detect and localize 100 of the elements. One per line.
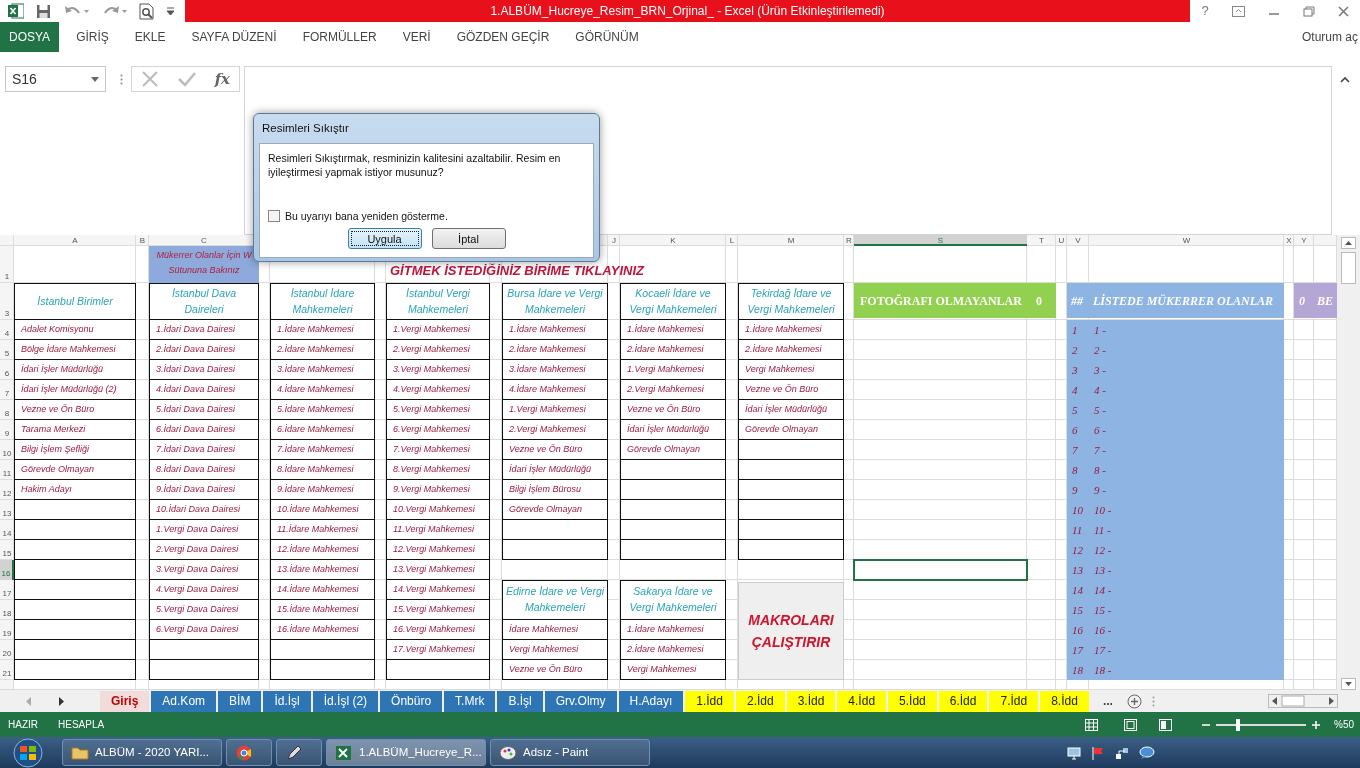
list-item[interactable]: 15.İdare Mahkemesi	[270, 600, 375, 620]
sheet-tab[interactable]: H.Adayı	[618, 690, 684, 712]
sheet-tab[interactable]: 2.İdd	[735, 690, 785, 712]
list-item[interactable]: 1.İdare Mahkemesi	[502, 320, 608, 340]
spreadsheet-app-icon[interactable]	[8, 3, 24, 19]
active-cell[interactable]	[853, 559, 1028, 581]
table-cell[interactable]	[270, 660, 375, 680]
taskbar-button[interactable]: 1.ALBÜM_Hucreye_R...	[326, 739, 486, 766]
list-item[interactable]: 13.Vergi Mahkemesi	[386, 560, 490, 580]
list-item[interactable]: 2.İdare Mahkemesi	[738, 340, 844, 360]
row-header[interactable]: 7	[0, 380, 14, 400]
row-header[interactable]: 4	[0, 320, 14, 340]
list-item[interactable]: 1.Vergi Mahkemesi	[620, 360, 726, 380]
list-item[interactable]: 1.İdare Mahkemesi	[620, 320, 726, 340]
list-item[interactable]: Vezne ve Ön Büro	[738, 380, 844, 400]
table-cell[interactable]	[14, 600, 136, 620]
macro-button[interactable]: MAKROLARI ÇALIŞTIRIR	[738, 582, 844, 680]
row-header[interactable]: 13	[0, 500, 14, 520]
list-item[interactable]: 1.İdare Mahkemesi	[270, 320, 375, 340]
ribbon-tab[interactable]: VERİ	[393, 22, 440, 52]
sheet-tab[interactable]: İd.İşl (2)	[312, 690, 379, 712]
list-item[interactable]: 3.Vergi Mahkemesi	[386, 360, 490, 380]
row-header[interactable]: 6	[0, 360, 14, 380]
sheet-tab[interactable]: 6.İdd	[938, 690, 988, 712]
column-header[interactable]: M	[738, 235, 844, 246]
list-item[interactable]: İdari İşler Müdürlüğü	[620, 420, 726, 440]
list-item[interactable]: 9.İdare Mahkemesi	[270, 480, 375, 500]
list-item[interactable]: Görevde Olmayan	[14, 460, 136, 480]
sign-in-link[interactable]: Oturum aç	[1302, 28, 1358, 46]
list-item[interactable]: 2.Vergi Mahkemesi	[502, 420, 608, 440]
list-item[interactable]: 3.Vergi Dava Dairesi	[149, 560, 259, 580]
column-header[interactable]: A	[14, 235, 136, 246]
next-sheet-icon[interactable]	[58, 696, 64, 706]
list-item[interactable]: Vezne ve Ön Büro	[502, 440, 608, 460]
apply-button[interactable]: Uygula	[347, 228, 422, 250]
list-item[interactable]: 8.İdare Mahkemesi	[270, 460, 375, 480]
sheet-tab[interactable]: Grv.Olmy	[544, 690, 617, 712]
list-item[interactable]: Hakim Adayı	[14, 480, 136, 500]
table-cell[interactable]	[620, 480, 726, 500]
list-item[interactable]: 6.Vergi Dava Dairesi	[149, 620, 259, 640]
table-cell[interactable]	[738, 480, 844, 500]
list-item[interactable]: İdari İşler Müdürlüğü (2)	[14, 380, 136, 400]
list-item[interactable]: Görevde Olmayan	[502, 500, 608, 520]
row-header[interactable]: 9	[0, 420, 14, 440]
row-header[interactable]: 15	[0, 540, 14, 560]
name-box[interactable]: S16	[5, 66, 106, 92]
sheet-tab[interactable]: Giriş	[100, 690, 150, 712]
list-item[interactable]: 3.İdare Mahkemesi	[502, 360, 608, 380]
ribbon-tab[interactable]: DOSYA	[0, 22, 60, 52]
list-item[interactable]: 1.İdari Dava Dairesi	[149, 320, 259, 340]
table-cell[interactable]	[14, 640, 136, 660]
list-item[interactable]: Vezne ve Ön Büro	[620, 400, 726, 420]
scroll-down-icon[interactable]	[1341, 678, 1356, 690]
list-item[interactable]: 2.İdare Mahkemesi	[502, 340, 608, 360]
list-item[interactable]: Vergi Mahkemesi	[502, 640, 608, 660]
table-cell[interactable]	[620, 500, 726, 520]
list-item[interactable]: 5.İdari Dava Dairesi	[149, 400, 259, 420]
list-item[interactable]: 4.İdare Mahkemesi	[502, 380, 608, 400]
drag-handle-icon[interactable]	[1151, 695, 1155, 707]
list-item[interactable]: 15.Vergi Mahkemesi	[386, 600, 490, 620]
column-header[interactable]: T	[1027, 235, 1056, 246]
speech-icon[interactable]	[1139, 745, 1155, 760]
list-item[interactable]: 16.İdare Mahkemesi	[270, 620, 375, 640]
zoom-level[interactable]: %50	[1334, 717, 1354, 732]
list-item[interactable]: İdari İşler Müdürlüğü	[738, 400, 844, 420]
sheet-tab[interactable]: Önbüro	[380, 690, 443, 712]
list-item[interactable]: 12.İdare Mahkemesi	[270, 540, 375, 560]
drag-handle-icon[interactable]	[120, 74, 123, 85]
list-item[interactable]: 8.Vergi Mahkemesi	[386, 460, 490, 480]
table-cell[interactable]	[738, 520, 844, 540]
column-header[interactable]: U	[1056, 235, 1067, 246]
network-icon[interactable]	[1115, 745, 1129, 760]
column-header[interactable]: K	[620, 235, 726, 246]
list-item[interactable]: 7.İdare Mahkemesi	[270, 440, 375, 460]
list-item[interactable]: 12.Vergi Mahkemesi	[386, 540, 490, 560]
list-item[interactable]: 16.Vergi Mahkemesi	[386, 620, 490, 640]
table-cell[interactable]	[620, 460, 726, 480]
list-item[interactable]: 4.Vergi Mahkemesi	[386, 380, 490, 400]
row-header[interactable]: 14	[0, 520, 14, 540]
list-item[interactable]: 13.İdare Mahkemesi	[270, 560, 375, 580]
normal-view-icon[interactable]	[1085, 718, 1098, 731]
list-item[interactable]: Vezne ve Ön Büro	[502, 660, 608, 680]
table-cell[interactable]	[14, 500, 136, 520]
sheet-tab[interactable]: T.Mrk	[444, 690, 496, 712]
list-item[interactable]: İdari İşler Müdürlüğü	[14, 360, 136, 380]
close-icon[interactable]	[1337, 5, 1349, 17]
zoom-in-icon[interactable]	[1312, 720, 1320, 729]
list-item[interactable]: 11.İdare Mahkemesi	[270, 520, 375, 540]
flag-icon[interactable]	[1091, 745, 1105, 760]
monitor-icon[interactable]	[1067, 745, 1081, 760]
row-header[interactable]: 17	[0, 580, 14, 600]
row-header[interactable]: 21	[0, 660, 14, 680]
list-item[interactable]: 17.Vergi Mahkemesi	[386, 640, 490, 660]
scroll-up-icon[interactable]	[1341, 237, 1356, 249]
row-header[interactable]: 1	[0, 246, 14, 283]
checkbox-label[interactable]: Bu uyarıyı bana yeniden gösterme.	[285, 208, 448, 225]
table-cell[interactable]	[738, 460, 844, 480]
table-cell[interactable]	[620, 520, 726, 540]
sheet-tab[interactable]: İd.İşl	[263, 690, 311, 712]
ribbon-tab[interactable]: EKLE	[125, 22, 175, 52]
